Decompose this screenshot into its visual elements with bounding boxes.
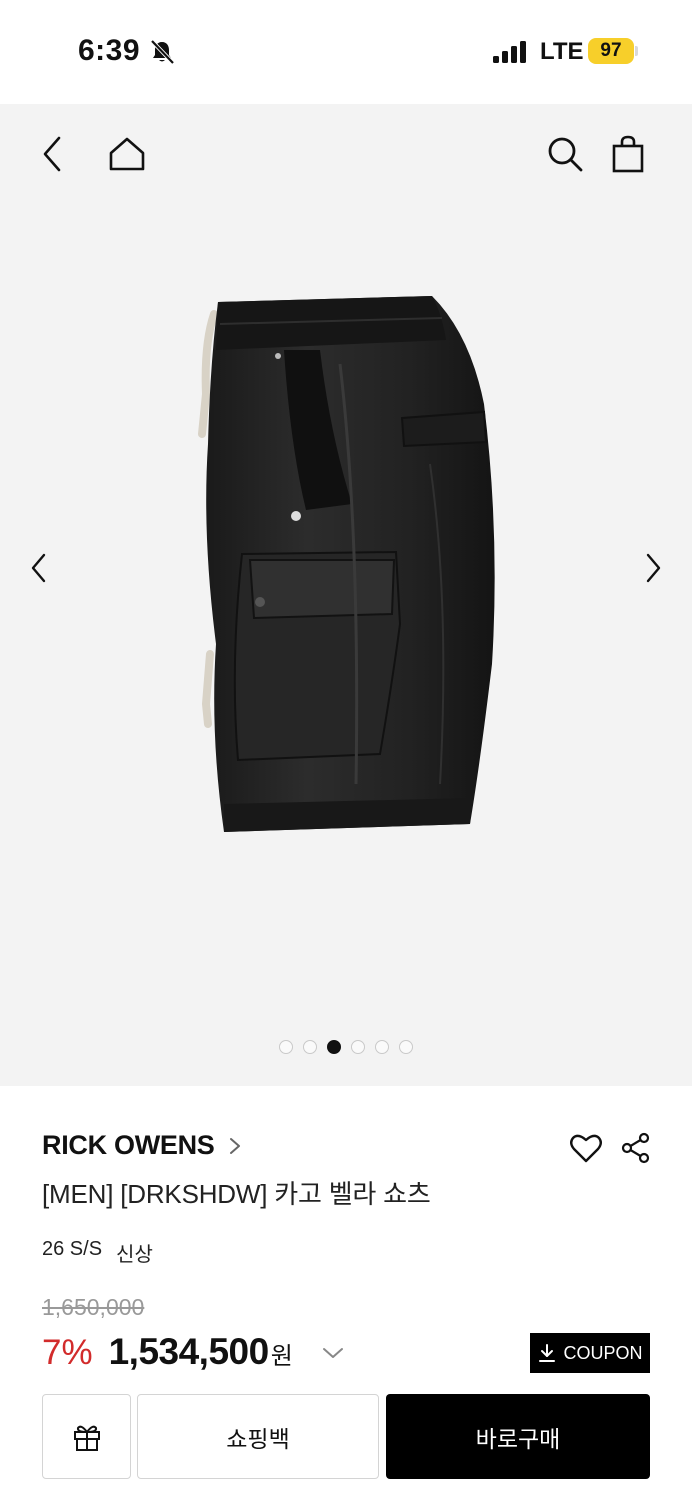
signal-icon [493, 41, 526, 63]
network-type: LTE [540, 38, 584, 65]
product-gallery[interactable] [0, 104, 692, 1086]
home-icon [109, 137, 145, 171]
carousel-indicator [0, 1040, 692, 1056]
search-icon [548, 137, 583, 172]
brand-link[interactable]: RICK OWENS [42, 1130, 245, 1161]
add-to-bag-button[interactable]: 쇼핑백 [137, 1394, 379, 1479]
discount-rate: 7% [42, 1333, 93, 1372]
home-button[interactable] [104, 132, 150, 176]
season-label: 26 S/S [42, 1238, 103, 1260]
new-arrival-tag: 신상 [116, 1244, 153, 1266]
share-icon [621, 1132, 650, 1164]
bell-slash-icon [150, 39, 175, 65]
coupon-label: COUPON [563, 1342, 643, 1363]
download-icon [539, 1344, 556, 1362]
chevron-right-icon [229, 1137, 240, 1154]
gift-button[interactable] [42, 1394, 131, 1479]
carousel-dot[interactable] [375, 1040, 389, 1054]
price-row: 7% 1,534,500 원 [42, 1331, 293, 1373]
carousel-dot[interactable] [303, 1040, 317, 1054]
previous-image-button[interactable] [22, 546, 56, 590]
cart-button[interactable] [606, 132, 650, 176]
wishlist-button[interactable] [569, 1132, 603, 1164]
shopping-bag-icon [612, 135, 644, 173]
product-name: [MEN] [DRKSHDW] 카고 벨라 쇼츠 [42, 1179, 431, 1209]
battery-level: 97 [588, 38, 634, 64]
chevron-down-icon [323, 1348, 343, 1358]
brand-name: RICK OWENS [42, 1130, 215, 1160]
carousel-dot[interactable] [279, 1040, 293, 1054]
share-button[interactable] [620, 1132, 652, 1164]
buy-now-button[interactable]: 바로구매 [386, 1394, 650, 1479]
currency-unit: 원 [270, 1343, 293, 1370]
chevron-left-icon [31, 553, 46, 583]
chevron-right-icon [646, 553, 661, 583]
coupon-download-button[interactable]: COUPON [530, 1333, 650, 1373]
next-image-button[interactable] [636, 546, 670, 590]
carousel-dot[interactable] [399, 1040, 413, 1054]
season-row: 26 S/S 신상 [42, 1238, 153, 1267]
back-button[interactable] [32, 132, 74, 176]
sale-price: 1,534,500 [108, 1331, 270, 1372]
product-image [198, 296, 495, 832]
carousel-dot[interactable] [351, 1040, 365, 1054]
price-details-toggle[interactable] [320, 1342, 346, 1364]
original-price: 1,650,000 [42, 1294, 145, 1320]
gift-icon [73, 1425, 100, 1451]
heart-icon [570, 1134, 602, 1163]
search-button[interactable] [542, 132, 588, 176]
carousel-dot-active[interactable] [327, 1040, 341, 1054]
status-time: 6:39 [78, 34, 141, 67]
status-bar: 6:39 LTE 97 [0, 0, 692, 104]
back-arrow-icon [43, 136, 61, 172]
battery-tip [635, 46, 638, 56]
